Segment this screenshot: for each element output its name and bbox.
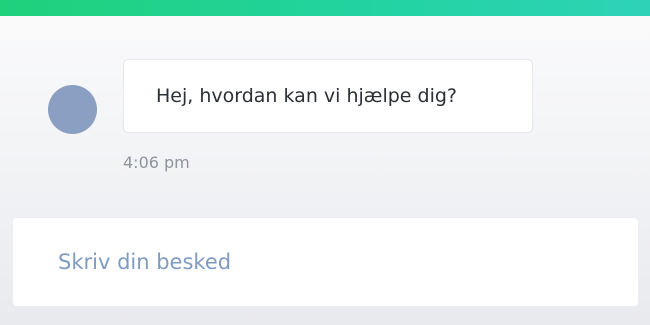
message-text: Hej, hvordan kan vi hjælpe dig?: [156, 85, 457, 107]
message-input[interactable]: [13, 218, 638, 306]
message-timestamp: 4:06 pm: [123, 153, 190, 172]
agent-avatar: [48, 85, 97, 134]
header-bar: [0, 0, 650, 16]
message-bubble: Hej, hvordan kan vi hjælpe dig?: [123, 59, 533, 133]
message-composer: [12, 217, 639, 307]
